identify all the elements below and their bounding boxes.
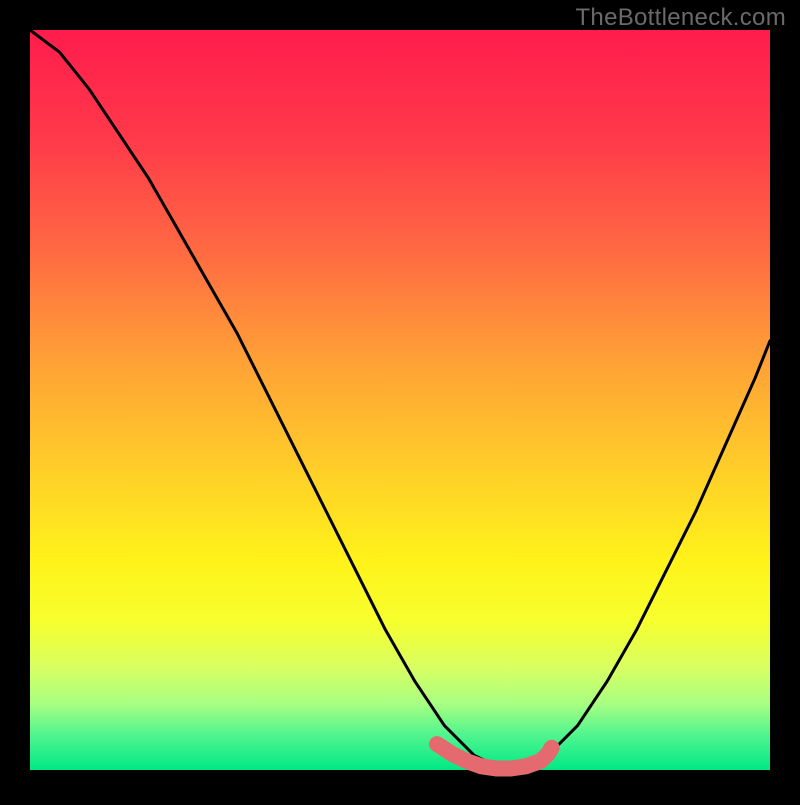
plot-background — [30, 30, 770, 770]
chart-container: TheBottleneck.com — [0, 0, 800, 800]
chart-svg — [0, 0, 800, 800]
watermark-text: TheBottleneck.com — [575, 4, 786, 32]
